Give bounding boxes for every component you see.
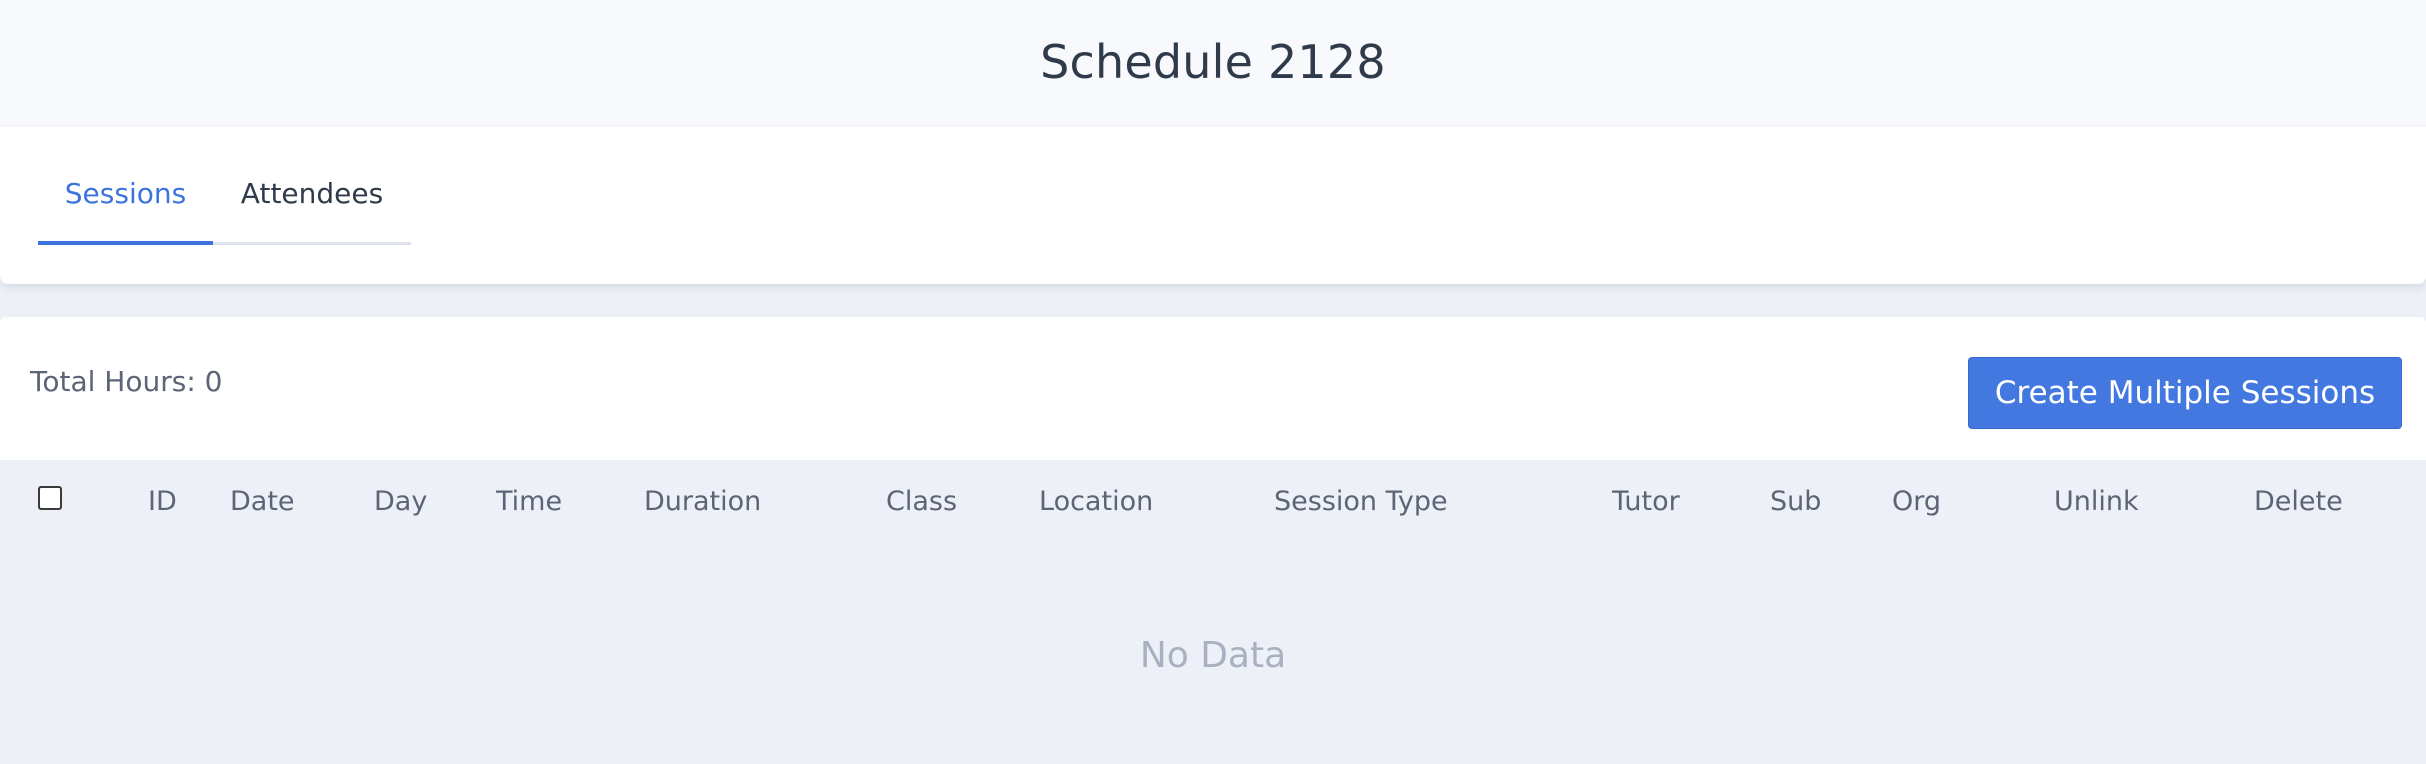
column-header-org[interactable]: Org (1892, 486, 1941, 517)
page: Schedule 2128 Sessions Attendees Total H… (0, 0, 2426, 764)
select-all-checkbox[interactable] (38, 486, 62, 510)
column-header-day[interactable]: Day (374, 486, 427, 517)
column-header-location[interactable]: Location (1039, 486, 1153, 517)
total-hours: Total Hours: 0 (30, 365, 223, 398)
column-header-class[interactable]: Class (886, 486, 957, 517)
active-tab-indicator (38, 241, 213, 245)
tabs-card: Sessions Attendees (0, 127, 2426, 284)
column-header-time[interactable]: Time (496, 486, 562, 517)
empty-state-text: No Data (1139, 635, 1287, 676)
tab-sessions-label: Sessions (64, 176, 187, 210)
create-multiple-sessions-button[interactable]: Create Multiple Sessions (1968, 357, 2402, 429)
page-title: Schedule 2128 (1040, 34, 1386, 89)
column-header-date[interactable]: Date (230, 486, 295, 517)
column-header-delete[interactable]: Delete (2254, 486, 2343, 517)
tab-bar: Sessions Attendees (38, 127, 411, 245)
column-header-sub[interactable]: Sub (1770, 486, 1821, 517)
tab-attendees-label: Attendees (240, 176, 384, 210)
column-header-unlink[interactable]: Unlink (2054, 486, 2139, 517)
sessions-table: ID Date Day Time Duration Class Location… (0, 460, 2426, 764)
column-header-session-type[interactable]: Session Type (1274, 486, 1448, 517)
column-header-tutor[interactable]: Tutor (1612, 486, 1680, 517)
tab-sessions[interactable]: Sessions (38, 127, 213, 245)
column-header-duration[interactable]: Duration (644, 486, 761, 517)
header: Schedule 2128 (0, 0, 2426, 127)
column-header-id[interactable]: ID (148, 486, 177, 517)
sessions-panel: Total Hours: 0 Create Multiple Sessions (0, 317, 2426, 460)
tab-attendees[interactable]: Attendees (213, 127, 411, 245)
